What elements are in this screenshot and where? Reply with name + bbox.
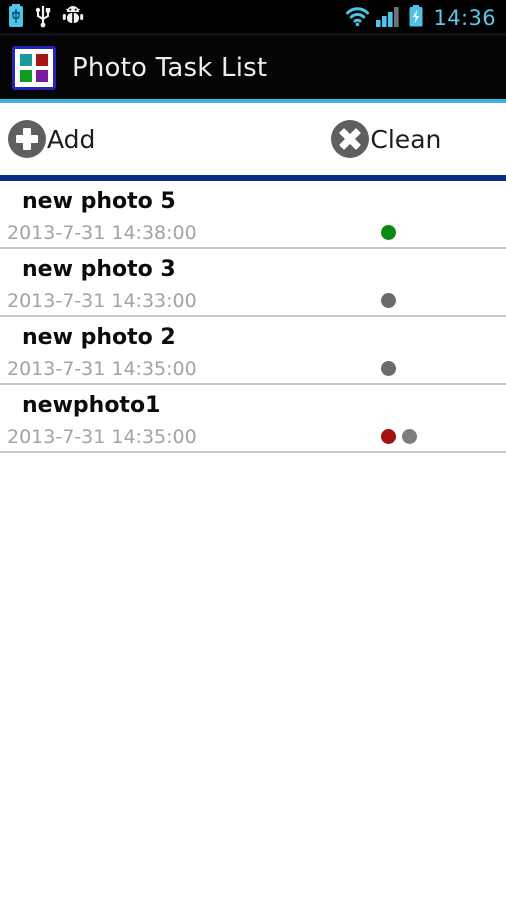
add-button[interactable]: Add <box>8 120 95 158</box>
task-title: new photo 5 <box>22 189 176 214</box>
clean-button-label: Clean <box>370 124 442 154</box>
task-status-dots <box>381 225 396 240</box>
status-dot <box>402 429 417 444</box>
task-title: new photo 3 <box>22 257 176 282</box>
task-title: new photo 2 <box>22 325 176 350</box>
task-row[interactable]: new photo 2 2013-7-31 14:35:00 <box>0 317 506 385</box>
add-button-label: Add <box>47 124 96 154</box>
task-row[interactable]: new photo 3 2013-7-31 14:33:00 <box>0 249 506 317</box>
signal-bars-icon <box>376 6 402 31</box>
task-timestamp: 2013-7-31 14:38:00 <box>7 222 197 244</box>
status-bar-clock: 14:36 <box>433 6 496 30</box>
close-circle-icon <box>331 120 370 158</box>
title-bar: Photo Task List <box>0 36 506 99</box>
app-icon-tile-green <box>20 69 32 82</box>
usb-icon <box>35 4 51 32</box>
task-status-dots <box>381 293 396 308</box>
task-status-dots <box>381 429 417 444</box>
task-title: newphoto1 <box>22 393 161 418</box>
task-list: new photo 5 2013-7-31 14:38:00 new photo 3… <box>0 181 506 453</box>
battery-charging-icon <box>408 5 424 31</box>
status-bar: 14:36 <box>0 0 506 36</box>
app-icon-tile-purple <box>36 69 48 82</box>
task-timestamp: 2013-7-31 14:33:00 <box>7 290 197 312</box>
battery-status-icon <box>8 4 24 32</box>
task-timestamp: 2013-7-31 14:35:00 <box>7 426 197 448</box>
status-bar-left-icons <box>8 4 84 32</box>
clean-button[interactable]: Clean <box>331 120 441 158</box>
app-grid-icon <box>12 45 56 90</box>
status-dot <box>381 429 396 444</box>
page-title: Photo Task List <box>72 52 268 83</box>
app-icon-tile-red <box>36 53 48 66</box>
action-bar: Add Clean <box>0 103 506 175</box>
app-icon-tile-teal <box>20 53 32 66</box>
app-screen: 14:36 Photo Task List Add Clean new phot… <box>0 0 506 900</box>
android-debug-icon <box>62 5 84 31</box>
plus-circle-icon <box>8 120 46 158</box>
task-row[interactable]: new photo 5 2013-7-31 14:38:00 <box>0 181 506 249</box>
task-row[interactable]: newphoto1 2013-7-31 14:35:00 <box>0 385 506 453</box>
status-bar-right-icons: 14:36 <box>345 5 498 31</box>
wifi-icon <box>345 6 370 31</box>
status-dot <box>381 225 396 240</box>
status-dot <box>381 293 396 308</box>
task-timestamp: 2013-7-31 14:35:00 <box>7 358 197 380</box>
task-status-dots <box>381 361 396 376</box>
status-dot <box>381 361 396 376</box>
